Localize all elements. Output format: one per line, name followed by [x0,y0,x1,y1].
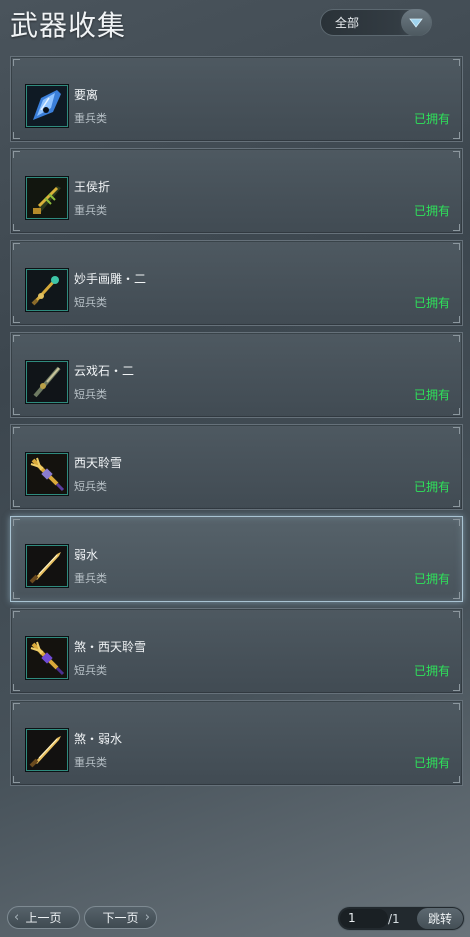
owned-status: 已拥有 [413,480,450,494]
weapon-type: 短兵类 [74,664,107,677]
weapon-type: 短兵类 [74,388,107,401]
owned-status: 已拥有 [413,756,450,770]
weapon-type: 重兵类 [74,204,107,217]
weapon-name: 弱水 [74,548,99,562]
jump-button[interactable]: 跳转 [417,908,463,929]
next-page-button[interactable]: 下一页 › [84,906,157,929]
weapon-card[interactable]: 妙手画雕・二 短兵类 已拥有 [10,240,463,326]
weapon-name: 妙手画雕・二 [74,272,147,286]
owned-status: 已拥有 [413,388,450,402]
page-jump-control: 1 /1 跳转 [337,906,465,931]
weapon-card[interactable]: 煞・西天聆雪 短兵类 已拥有 [10,608,463,694]
weapon-type: 短兵类 [74,296,107,309]
weapon-type: 重兵类 [74,572,107,585]
weapon-card[interactable]: 煞・弱水 重兵类 已拥有 [10,700,463,786]
category-filter-dropdown[interactable]: 全部 [320,9,432,36]
filter-selected-label: 全部 [335,16,360,30]
page-total: /1 [388,912,400,926]
jade-dagger-icon [26,269,68,311]
owned-status: 已拥有 [413,664,450,678]
weapon-type: 重兵类 [74,756,107,769]
owned-status: 已拥有 [413,572,450,586]
weapon-card-selected[interactable]: 弱水 重兵类 已拥有 [10,516,463,602]
weapon-name: 煞・西天聆雪 [74,640,147,654]
weapon-card[interactable]: 要离 重兵类 已拥有 [10,56,463,142]
gold-trident-dagger-icon [26,453,68,495]
chevron-right-icon: › [144,910,150,925]
weapon-name: 西天聆雪 [74,456,123,470]
next-page-label: 下一页 [102,911,139,925]
weapon-list: 要离 重兵类 已拥有 王侯折 重兵类 已拥有 妙手画雕・二 短兵类 已拥有 云戏… [10,56,463,792]
chevron-left-icon: ‹ [14,910,20,925]
purple-trident-dagger-icon [26,637,68,679]
owned-status: 已拥有 [413,112,450,126]
weapon-name: 煞・弱水 [74,732,123,746]
owned-status: 已拥有 [413,204,450,218]
page-title: 武器收集 [10,9,127,42]
stone-dagger-icon [26,361,68,403]
gold-blade-icon [26,545,68,587]
page-number-input[interactable]: 1 [340,909,388,928]
weapon-card[interactable]: 西天聆雪 短兵类 已拥有 [10,424,463,510]
weapon-type: 短兵类 [74,480,107,493]
prev-page-label: 上一页 [25,911,62,925]
gold-blade-icon [26,729,68,771]
weapon-card[interactable]: 王侯折 重兵类 已拥有 [10,148,463,234]
weapon-card[interactable]: 云戏石・二 短兵类 已拥有 [10,332,463,418]
prev-page-button[interactable]: ‹ 上一页 [7,906,80,929]
gold-green-greatsword-icon [26,177,68,219]
weapon-name: 云戏石・二 [74,364,135,378]
weapon-name: 王侯折 [74,180,111,194]
weapon-type: 重兵类 [74,112,107,125]
owned-status: 已拥有 [413,296,450,310]
weapon-name: 要离 [74,88,99,102]
blue-crystal-blade-icon [26,85,68,127]
chevron-down-icon[interactable] [401,9,431,36]
